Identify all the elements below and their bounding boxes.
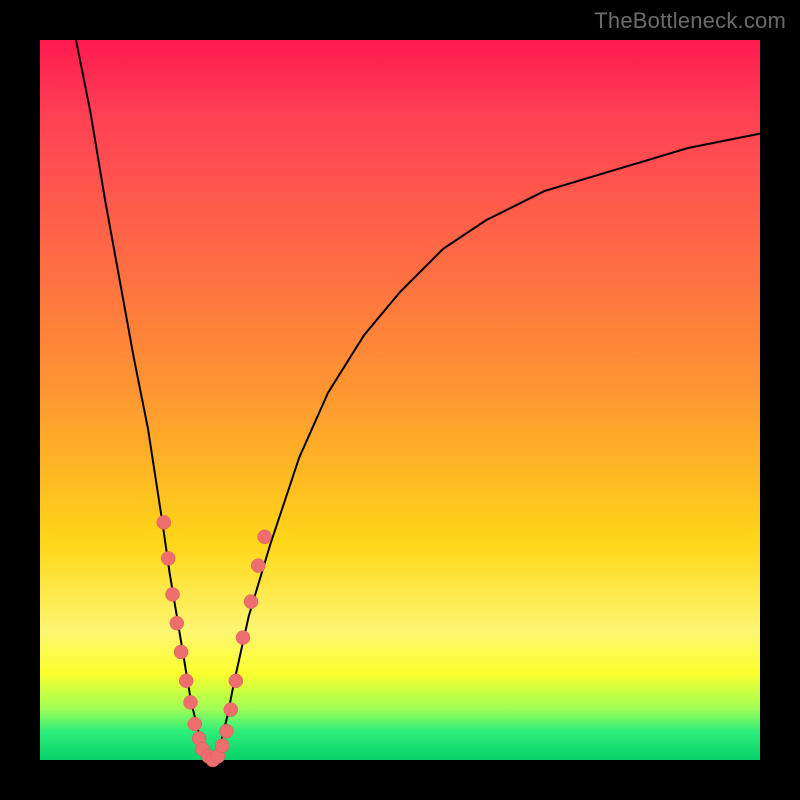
- sample-point: [170, 616, 184, 630]
- sample-point: [157, 515, 171, 529]
- sample-point: [229, 674, 243, 688]
- curve-right-branch: [213, 134, 760, 760]
- sample-point: [215, 739, 229, 753]
- sample-point: [258, 530, 272, 544]
- sample-markers: [157, 515, 272, 767]
- sample-point: [166, 587, 180, 601]
- curve-left-branch: [76, 40, 213, 760]
- chart-canvas: TheBottleneck.com: [0, 0, 800, 800]
- sample-point: [184, 695, 198, 709]
- sample-point: [251, 559, 265, 573]
- sample-point: [236, 631, 250, 645]
- sample-point: [220, 724, 234, 738]
- sample-point: [244, 595, 258, 609]
- sample-point: [161, 551, 175, 565]
- sample-point: [224, 703, 238, 717]
- sample-point: [174, 645, 188, 659]
- plot-area: [40, 40, 760, 760]
- sample-point: [179, 674, 193, 688]
- watermark-text: TheBottleneck.com: [594, 8, 786, 34]
- curve-overlay: [40, 40, 760, 760]
- sample-point: [188, 717, 202, 731]
